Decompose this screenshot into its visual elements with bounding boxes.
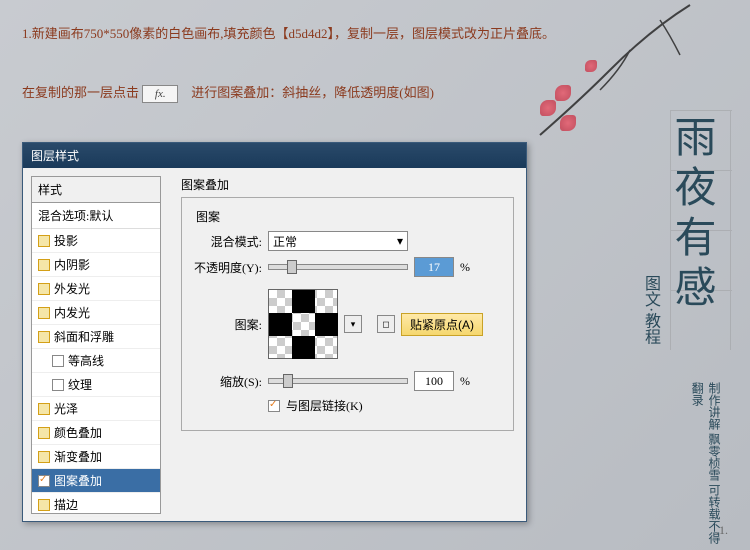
style-checkbox[interactable] bbox=[38, 499, 50, 511]
style-list: 样式 混合选项:默认 投影内阴影外发光内发光斜面和浮雕等高线纹理光泽颜色叠加渐变… bbox=[31, 176, 161, 514]
style-item-1[interactable]: 内阴影 bbox=[32, 253, 160, 277]
blend-options-default[interactable]: 混合选项:默认 bbox=[32, 203, 160, 229]
style-checkbox[interactable] bbox=[38, 259, 50, 271]
pattern-picker-icon[interactable]: ▾ bbox=[344, 315, 362, 333]
panel-title: 图案叠加 bbox=[181, 176, 514, 193]
style-item-label: 投影 bbox=[54, 232, 78, 249]
page-number: .1. bbox=[716, 523, 728, 538]
style-item-4[interactable]: 斜面和浮雕 bbox=[32, 325, 160, 349]
scale-label: 缩放(S): bbox=[192, 373, 262, 390]
pattern-overlay-panel: 图案叠加 图案 混合模式: 正常▾ 不透明度(Y): 17 % 图案: bbox=[169, 168, 526, 522]
scale-slider[interactable] bbox=[268, 378, 408, 384]
style-item-7[interactable]: 光泽 bbox=[32, 397, 160, 421]
style-checkbox[interactable] bbox=[38, 235, 50, 247]
style-item-label: 颜色叠加 bbox=[54, 424, 102, 441]
dialog-titlebar[interactable]: 图层样式 bbox=[23, 143, 526, 168]
style-item-label: 图案叠加 bbox=[54, 472, 102, 489]
blend-mode-dropdown[interactable]: 正常▾ bbox=[268, 231, 408, 251]
style-item-label: 渐变叠加 bbox=[54, 448, 102, 465]
opacity-unit: % bbox=[460, 260, 470, 275]
style-item-label: 斜面和浮雕 bbox=[54, 328, 114, 345]
style-item-label: 内阴影 bbox=[54, 256, 90, 273]
link-layer-checkbox[interactable] bbox=[268, 400, 280, 412]
link-layer-label: 与图层链接(K) bbox=[286, 397, 363, 414]
style-checkbox[interactable] bbox=[52, 355, 64, 367]
tutorial-line2: 在复制的那一层点击 fx. 进行图案叠加：斜抽丝，降低透明度(如图) bbox=[22, 82, 434, 103]
snap-origin-button[interactable]: 贴紧原点(A) bbox=[401, 313, 483, 336]
style-item-label: 等高线 bbox=[68, 352, 104, 369]
style-item-label: 外发光 bbox=[54, 280, 90, 297]
style-item-10[interactable]: 图案叠加 bbox=[32, 469, 160, 493]
style-item-label: 纹理 bbox=[68, 376, 92, 393]
tutorial-subtitle: 图文·教程 bbox=[638, 275, 662, 344]
style-list-header: 样式 bbox=[32, 177, 160, 203]
tutorial-line1: 1.新建画布750*550像素的白色画布,填充颜色【d5d4d2】，复制一层，图… bbox=[22, 22, 555, 45]
style-item-8[interactable]: 颜色叠加 bbox=[32, 421, 160, 445]
blend-mode-label: 混合模式: bbox=[192, 233, 262, 250]
tutorial-title: 雨夜有感 bbox=[661, 115, 722, 315]
style-item-2[interactable]: 外发光 bbox=[32, 277, 160, 301]
style-item-label: 内发光 bbox=[54, 304, 90, 321]
style-item-label: 光泽 bbox=[54, 400, 78, 417]
layer-style-dialog: 图层样式 样式 混合选项:默认 投影内阴影外发光内发光斜面和浮雕等高线纹理光泽颜… bbox=[22, 142, 527, 522]
style-item-5[interactable]: 等高线 bbox=[32, 349, 160, 373]
style-item-9[interactable]: 渐变叠加 bbox=[32, 445, 160, 469]
new-preset-icon[interactable]: ◻ bbox=[377, 315, 395, 333]
opacity-slider[interactable] bbox=[268, 264, 408, 270]
fx-button-sample: fx. bbox=[142, 85, 178, 103]
opacity-label: 不透明度(Y): bbox=[192, 259, 262, 276]
opacity-value[interactable]: 17 bbox=[414, 257, 454, 277]
style-checkbox[interactable] bbox=[38, 475, 50, 487]
pattern-label: 图案: bbox=[192, 316, 262, 333]
scale-unit: % bbox=[460, 374, 470, 389]
style-checkbox[interactable] bbox=[38, 403, 50, 415]
scale-value[interactable]: 100 bbox=[414, 371, 454, 391]
style-item-11[interactable]: 描边 bbox=[32, 493, 160, 517]
style-item-0[interactable]: 投影 bbox=[32, 229, 160, 253]
style-item-6[interactable]: 纹理 bbox=[32, 373, 160, 397]
chevron-down-icon: ▾ bbox=[397, 234, 403, 249]
style-checkbox[interactable] bbox=[38, 307, 50, 319]
style-item-3[interactable]: 内发光 bbox=[32, 301, 160, 325]
style-checkbox[interactable] bbox=[38, 451, 50, 463]
fieldset-label: 图案 bbox=[192, 208, 224, 225]
style-checkbox[interactable] bbox=[38, 427, 50, 439]
style-checkbox[interactable] bbox=[52, 379, 64, 391]
style-checkbox[interactable] bbox=[38, 283, 50, 295]
style-item-label: 描边 bbox=[54, 496, 78, 513]
style-checkbox[interactable] bbox=[38, 331, 50, 343]
pattern-swatch[interactable] bbox=[268, 289, 338, 359]
